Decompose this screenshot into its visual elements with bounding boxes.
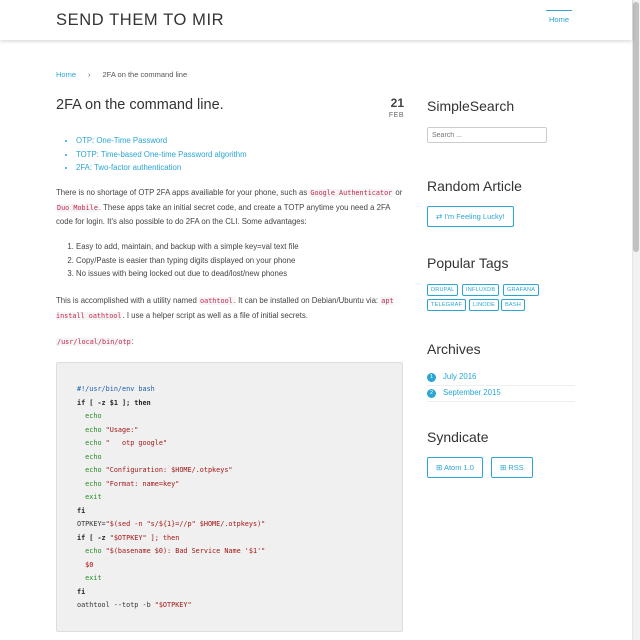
code-filename: /usr/local/bin/otp: <box>56 337 134 346</box>
code-line: fi <box>77 506 86 515</box>
code-text: OTPKEY= <box>77 520 106 528</box>
code-line: exit <box>77 493 102 501</box>
intro-paragraph: There is no shortage of OTP 2FA apps ava… <box>56 186 404 229</box>
filename-colon: : <box>131 337 134 346</box>
code-line: $0 <box>77 560 94 569</box>
random-article-heading: Random Article <box>427 178 522 194</box>
list-item: 2FA: Two-factor authentication <box>76 161 247 175</box>
post-date-month: FEB <box>388 112 404 119</box>
code-line: exit <box>77 574 102 582</box>
text-span: or <box>393 188 403 197</box>
code-line: if [ -z $1 ]; then <box>77 398 151 407</box>
tag-telegraf[interactable]: TELEGRAF <box>427 299 467 311</box>
search-heading: SimpleSearch <box>427 98 515 114</box>
code-keyword: echo <box>77 439 106 447</box>
inline-code: Google Authenticator <box>309 189 394 197</box>
tag-influxdb[interactable]: INFLUXDB <box>462 284 500 296</box>
post-date: 21 FEB <box>380 96 404 119</box>
code-line: fi <box>77 587 86 596</box>
text-span: . It can be installed on Debian/Ubuntu v… <box>233 296 381 305</box>
code-line: echo <box>77 452 102 461</box>
list-item: TOTP: Time-based One-time Password algor… <box>76 148 247 162</box>
breadcrumb-home-link[interactable]: Home <box>56 70 76 79</box>
post-title: 2FA on the command line. <box>56 97 224 113</box>
archive-item[interactable]: 2 September 2015 <box>427 386 575 402</box>
code-line: if [ -z "$OTPKEY" ]; then <box>77 534 179 542</box>
install-paragraph: This is accomplished with a utility name… <box>56 294 404 323</box>
code-keyword: echo <box>77 466 106 474</box>
code-line: echo "Configuration: $HOME/.otpkeys" <box>77 466 233 474</box>
syndicate-heading: Syndicate <box>427 429 489 445</box>
code-line: #!/usr/bin/env bash <box>77 385 155 393</box>
code-string: "Configuration: $HOME/.otpkeys" <box>105 466 233 474</box>
advantages-list: Easy to add, maintain, and backup with a… <box>76 240 299 281</box>
otp-link[interactable]: OTP: One-Time Password <box>76 136 167 145</box>
scrollbar-thumb[interactable] <box>633 2 639 252</box>
archive-link[interactable]: September 2015 <box>443 388 501 397</box>
code-keyword: echo <box>77 425 106 434</box>
code-text: oathtool --totp -b <box>77 601 155 609</box>
code-string: "$OTPKEY" ]; then <box>109 533 180 542</box>
tag-drupal[interactable]: DRUPAL <box>427 284 459 296</box>
filename-code: /usr/local/bin/otp <box>56 338 132 346</box>
rss-feed-button[interactable]: ⊞ RSS <box>491 457 533 478</box>
tag-bash[interactable]: BASH <box>501 299 526 311</box>
code-string: "$(basename $0): Bad Service Name '$1'" <box>105 547 266 555</box>
code-line: echo "Usage:" <box>77 426 138 434</box>
post-date-day: 21 <box>390 96 404 110</box>
archive-item[interactable]: 1 July 2016 <box>427 370 575 386</box>
archive-count-badge: 2 <box>427 389 436 398</box>
popular-tags-heading: Popular Tags <box>427 255 509 271</box>
archives-heading: Archives <box>427 341 481 357</box>
site-title[interactable]: SEND THEM TO MIR <box>56 11 224 30</box>
text-span: . These apps take an initial secret code… <box>56 202 391 227</box>
code-line: echo "Format: name=key" <box>77 480 179 488</box>
breadcrumb-current: 2FA on the command line <box>102 70 188 79</box>
code-line: echo <box>77 412 102 420</box>
text-span: There is no shortage of OTP 2FA apps ava… <box>56 188 310 197</box>
list-item: OTP: One-Time Password <box>76 134 247 148</box>
search-input[interactable] <box>427 127 547 143</box>
code-line: oathtool --totp -b "$OTPKEY" <box>77 601 192 609</box>
inline-code: Duo Mobile <box>56 203 99 212</box>
feeling-lucky-button[interactable]: ⇄ I'm Feeling Lucky! <box>427 206 514 227</box>
code-block[interactable]: #!/usr/bin/env bash if [ -z $1 ]; then e… <box>56 362 403 632</box>
code-line: echo " otp google" <box>77 439 167 447</box>
breadcrumb: Home › 2FA on the command line <box>56 70 187 79</box>
2fa-link[interactable]: 2FA: Two-factor authentication <box>76 163 181 172</box>
inline-code: oathtool <box>199 297 234 305</box>
code-line: echo "$(basename $0): Bad Service Name '… <box>77 547 265 555</box>
nav-home-link[interactable]: Home <box>546 10 572 24</box>
tag-linode[interactable]: LINODE <box>469 299 500 311</box>
archive-link[interactable]: July 2016 <box>443 372 476 381</box>
code-keyword: echo <box>77 479 106 488</box>
code-keyword: if [ -z <box>77 533 110 542</box>
code-string: " otp google" <box>105 439 168 447</box>
tag-grafana[interactable]: GRAFANA <box>503 284 540 296</box>
code-keyword: echo <box>77 547 106 555</box>
code-line: OTPKEY="$(sed -n "s/${1}=//p" $HOME/.otp… <box>77 520 265 528</box>
definition-list: OTP: One-Time Password TOTP: Time-based … <box>76 134 247 175</box>
text-span: This is accomplished with a utility name… <box>56 296 200 305</box>
totp-link[interactable]: TOTP: Time-based One-time Password algor… <box>76 150 247 159</box>
code-string: "$OTPKEY" <box>154 601 192 609</box>
breadcrumb-separator: › <box>88 70 91 79</box>
list-item: Copy/Paste is easier than typing digits … <box>76 254 299 268</box>
list-item: Easy to add, maintain, and backup with a… <box>76 240 299 254</box>
code-string: "$(sed -n "s/${1}=//p" $HOME/.otpkeys)" <box>105 520 266 528</box>
code-string: "Format: name=key" <box>105 479 180 488</box>
archive-count-badge: 1 <box>427 373 436 382</box>
top-navbar: SEND THEM TO MIR Home <box>0 0 632 40</box>
scrollbar[interactable] <box>632 0 640 640</box>
code-string: "Usage:" <box>105 425 139 434</box>
atom-feed-button[interactable]: ⊞ Atom 1.0 <box>427 457 483 478</box>
text-span: . I use a helper script as well as a fil… <box>122 310 308 320</box>
list-item: No issues with being locked out due to d… <box>76 267 299 281</box>
